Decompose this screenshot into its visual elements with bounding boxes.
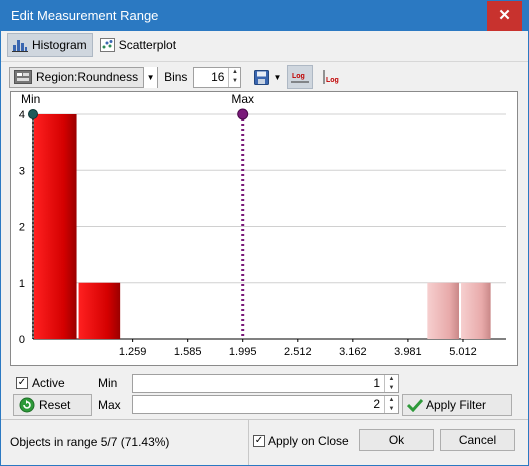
save-icon <box>253 69 269 85</box>
x-tick-label: 1.585 <box>174 346 202 358</box>
histogram-bar <box>78 282 121 339</box>
y-tick-label: 0 <box>19 334 25 346</box>
tab-scatterplot[interactable]: Scatterplot <box>95 33 182 57</box>
min-marker-label: Min <box>21 92 40 106</box>
y-tick-label: 1 <box>19 278 25 290</box>
y-tick-label: 3 <box>19 165 25 177</box>
spin-up-icon[interactable]: ▲ <box>385 375 398 384</box>
max-label: Max <box>98 398 121 412</box>
histogram-icon <box>12 40 28 52</box>
checkmark-icon <box>407 398 423 412</box>
x-tick-label: 3.981 <box>394 346 422 358</box>
ok-label: Ok <box>388 433 405 447</box>
spin-up-icon[interactable]: ▲ <box>229 68 240 78</box>
range-controls: ✓ Active Min 1 ▲ ▼ Reset Max 2 ▲ ▼ Apply… <box>1 366 528 418</box>
min-field[interactable]: 1 ▲ ▼ <box>132 374 399 393</box>
active-label: Active <box>32 376 65 390</box>
tab-separator <box>1 61 528 62</box>
reset-label: Reset <box>39 398 71 412</box>
apply-on-close-label: Apply on Close <box>268 434 349 448</box>
reset-icon <box>19 397 35 413</box>
close-button[interactable]: ✕ <box>487 1 522 31</box>
max-value: 2 <box>373 397 380 411</box>
region-select-value: Region:Roundness <box>36 70 139 84</box>
max-spin[interactable]: ▲ ▼ <box>384 396 398 413</box>
chevron-down-icon[interactable]: ▼ <box>143 66 158 88</box>
window-title: Edit Measurement Range <box>11 8 159 23</box>
dialog-window: Edit Measurement Range ✕ Histogram Scatt… <box>0 0 529 466</box>
reset-button[interactable]: Reset <box>13 394 92 416</box>
close-icon: ✕ <box>498 7 511 24</box>
spin-down-icon[interactable]: ▼ <box>385 405 398 414</box>
status-bar: Objects in range 5/7 (71.43%) ✓ Apply on… <box>1 420 528 465</box>
apply-on-close-checkbox[interactable]: ✓ <box>253 435 265 447</box>
y-tick-label: 4 <box>19 109 25 121</box>
max-marker-label: Max <box>231 92 254 106</box>
dialog-body: Histogram Scatterplot Region:Roundness ▼… <box>1 31 528 465</box>
bins-spin[interactable]: ▲ ▼ <box>228 67 240 87</box>
histogram-toolbar: Region:Roundness ▼ Bins 16 ▲ ▼ ▼ Log Log <box>9 64 519 90</box>
save-dropdown-icon[interactable]: ▼ <box>271 65 283 89</box>
x-tick-label: 1.259 <box>119 346 147 358</box>
cancel-label: Cancel <box>458 433 497 447</box>
tab-histogram-label: Histogram <box>32 38 87 52</box>
spin-up-icon[interactable]: ▲ <box>385 396 398 405</box>
x-tick-label: 5.012 <box>449 346 477 358</box>
objects-in-range-text: Objects in range 5/7 (71.43%) <box>10 435 170 449</box>
log-x-label: Log <box>292 73 305 80</box>
histogram-bar <box>427 282 460 339</box>
histogram-chart[interactable]: 0 1 2 3 4 1.259 1.585 1.995 2.512 3.162 3.981 5.012… <box>10 91 518 366</box>
bins-value: 16 <box>211 69 225 84</box>
view-tabs: Histogram Scatterplot <box>7 33 184 58</box>
spin-down-icon[interactable]: ▼ <box>385 384 398 393</box>
save-button[interactable] <box>251 65 271 89</box>
region-measure-icon <box>14 70 32 84</box>
bins-label: Bins <box>164 70 188 84</box>
min-marker-handle <box>28 109 38 119</box>
status-divider <box>248 420 249 465</box>
ok-button[interactable]: Ok <box>359 429 434 451</box>
y-tick-label: 2 <box>19 222 25 234</box>
bins-stepper[interactable]: 16 ▲ ▼ <box>193 66 242 88</box>
histogram-bar <box>461 282 491 339</box>
log-x-toggle[interactable]: Log <box>287 65 314 89</box>
max-marker-handle <box>237 108 249 120</box>
scatterplot-icon <box>99 38 115 52</box>
tab-scatterplot-label: Scatterplot <box>118 38 177 52</box>
tab-histogram[interactable]: Histogram <box>7 33 93 57</box>
log-y-label: Log <box>326 77 339 84</box>
cancel-button[interactable]: Cancel <box>440 429 515 451</box>
active-checkbox[interactable]: ✓ <box>16 377 28 389</box>
x-tick-label: 2.512 <box>284 346 312 358</box>
min-label: Min <box>98 376 118 390</box>
min-spin[interactable]: ▲ ▼ <box>384 375 398 392</box>
histogram-bar <box>34 114 77 339</box>
x-tick-label: 3.162 <box>339 346 367 358</box>
title-bar[interactable]: Edit Measurement Range ✕ <box>0 0 529 31</box>
region-select[interactable]: Region:Roundness ▼ <box>9 66 159 88</box>
apply-filter-label: Apply Filter <box>426 398 487 412</box>
histogram-svg[interactable]: 0 1 2 3 4 1.259 1.585 1.995 2.512 3.162 3.981 5.012… <box>11 92 517 365</box>
max-field[interactable]: 2 ▲ ▼ <box>132 395 399 414</box>
min-value: 1 <box>373 376 380 390</box>
log-x-icon: Log <box>291 73 310 83</box>
log-y-icon: Log <box>323 70 339 84</box>
apply-filter-button[interactable]: Apply Filter <box>402 394 512 416</box>
log-y-toggle[interactable]: Log <box>319 65 341 89</box>
spin-down-icon[interactable]: ▼ <box>229 77 240 87</box>
x-tick-label: 1.995 <box>229 346 257 358</box>
